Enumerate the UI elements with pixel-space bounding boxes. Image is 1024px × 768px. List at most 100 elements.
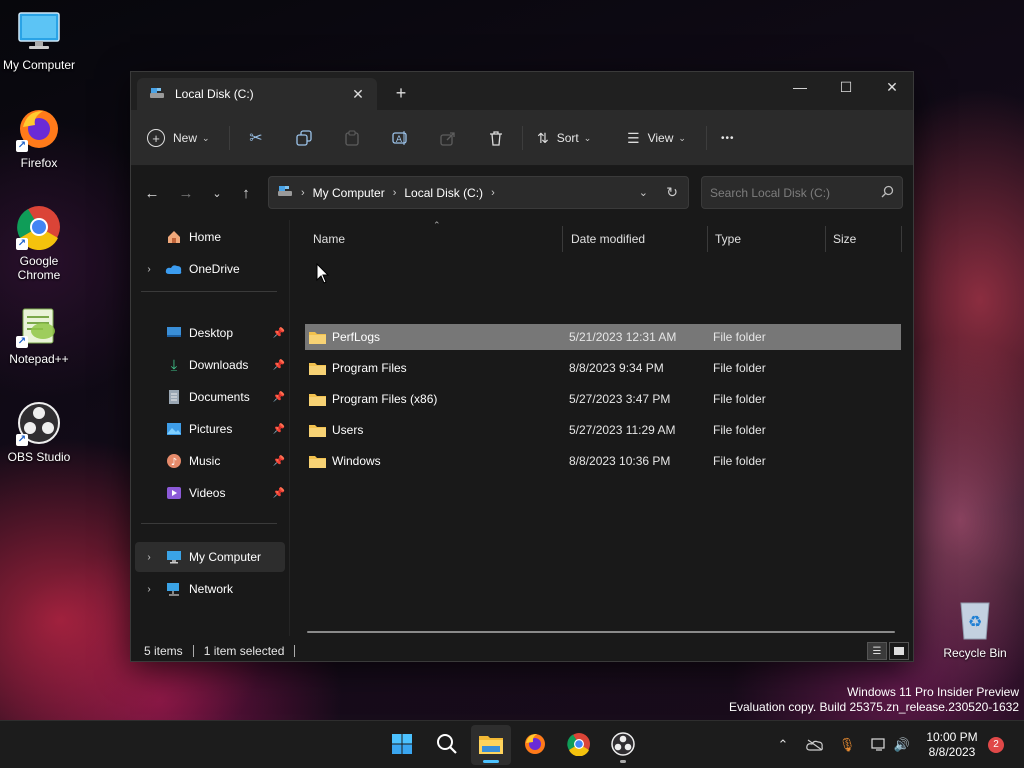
notification-badge[interactable]: 2	[988, 737, 1004, 753]
expand-chevron-icon[interactable]: ›	[139, 584, 159, 595]
volume-icon[interactable]: 🔊	[892, 735, 912, 755]
nav-item-network[interactable]: › Network	[135, 574, 285, 604]
desktop-icon-my-computer[interactable]: My Computer	[0, 8, 78, 72]
pin-icon[interactable]: 📌	[273, 424, 285, 435]
nav-item-desktop[interactable]: Desktop 📌	[135, 318, 285, 348]
expand-chevron-icon[interactable]: ›	[139, 552, 159, 563]
details-view-button[interactable]: ☰	[867, 642, 887, 660]
nav-item-documents[interactable]: Documents 📌	[135, 382, 285, 412]
chevron-down-icon: ⌄	[583, 132, 592, 143]
share-button[interactable]	[435, 125, 461, 151]
desktop-icon-obs[interactable]: ↗ OBS Studio	[0, 400, 78, 464]
minimize-button[interactable]: —	[777, 72, 823, 102]
nav-item-pictures[interactable]: Pictures 📌	[135, 414, 285, 444]
firefox-icon	[523, 732, 547, 759]
desktop-icon-recycle-bin[interactable]: ♻ Recycle Bin	[936, 596, 1014, 660]
taskbar: ⌃ 🎙 🔊 10:00 PM 8/8/2023 2	[0, 720, 1024, 768]
show-hidden-icons-chevron-icon[interactable]: ⌃	[773, 735, 793, 755]
scissors-icon: ✂	[249, 130, 263, 147]
microphone-icon[interactable]: 🎙	[837, 735, 857, 755]
address-bar[interactable]: › My Computer › Local Disk (C:) › ⌄ ↻	[268, 176, 689, 209]
running-app-indicator	[620, 760, 626, 763]
nav-item-onedrive[interactable]: › OneDrive	[135, 254, 285, 284]
pin-icon[interactable]: 📌	[273, 328, 285, 339]
table-row[interactable]: Windows 8/8/2023 10:36 PM File folder	[305, 448, 901, 474]
onedrive-offline-icon[interactable]	[805, 735, 825, 755]
column-header-size[interactable]: Size	[825, 226, 901, 252]
column-header-type[interactable]: Type	[707, 226, 825, 252]
row-name: PerfLogs	[332, 330, 381, 344]
delete-button[interactable]	[483, 125, 509, 151]
nav-item-my-computer[interactable]: › My Computer	[135, 542, 285, 572]
tab-close-icon[interactable]: ✕	[347, 83, 369, 105]
desktop-icon-firefox[interactable]: ↗ Firefox	[0, 106, 78, 170]
expand-chevron-icon[interactable]: ›	[139, 264, 159, 275]
taskbar-file-explorer[interactable]	[471, 725, 511, 765]
pictures-icon	[165, 420, 183, 438]
search-box[interactable]	[701, 176, 903, 209]
table-row[interactable]: PerfLogs 5/21/2023 12:31 AM File folder	[305, 324, 901, 350]
desktop-icon-notepadpp[interactable]: ↗ Notepad++	[0, 302, 78, 366]
nav-item-videos[interactable]: Videos 📌	[135, 478, 285, 508]
row-type: File folder	[713, 361, 766, 375]
forward-button[interactable]: →	[173, 180, 199, 206]
tiles-view-button[interactable]	[889, 642, 909, 660]
row-name: Users	[332, 423, 364, 437]
pin-icon[interactable]: 📌	[273, 488, 285, 499]
sort-button[interactable]: ⇅ Sort ⌄	[537, 125, 591, 151]
column-header-name[interactable]: Name	[305, 226, 563, 252]
windows-watermark: Windows 11 Pro Insider Preview Evaluatio…	[729, 685, 1019, 715]
taskbar-search-button[interactable]	[427, 725, 467, 765]
paste-button[interactable]	[339, 125, 365, 151]
pane-splitter[interactable]	[289, 220, 290, 636]
new-tab-button[interactable]: +	[391, 84, 411, 104]
rename-button[interactable]: A	[387, 125, 413, 151]
address-history-chevron-icon[interactable]: ⌄	[639, 186, 648, 199]
row-type: File folder	[713, 454, 766, 468]
column-header-date-modified[interactable]: Date modified	[563, 226, 707, 252]
taskbar-chrome[interactable]	[559, 725, 599, 765]
back-button[interactable]: ←	[139, 180, 165, 206]
horizontal-scrollbar[interactable]	[307, 631, 895, 633]
row-type: File folder	[713, 330, 766, 344]
row-date: 8/8/2023 10:36 PM	[569, 454, 671, 468]
table-row[interactable]: Users 5/27/2023 11:29 AM File folder	[305, 417, 901, 443]
recent-locations-button[interactable]: ⌄	[204, 180, 230, 206]
nav-item-downloads[interactable]: ⤓ Downloads 📌	[135, 350, 285, 380]
copy-button[interactable]	[291, 125, 317, 151]
nav-item-label: Network	[189, 582, 234, 596]
maximize-button[interactable]: ☐	[823, 72, 869, 102]
cut-button[interactable]: ✂	[243, 125, 269, 151]
taskbar-clock[interactable]: 10:00 PM 8/8/2023	[918, 730, 986, 760]
more-options-button[interactable]: •••	[721, 125, 735, 151]
column-divider[interactable]	[901, 226, 902, 252]
nav-item-home[interactable]: Home	[135, 222, 285, 252]
up-button[interactable]: ↑	[233, 180, 259, 206]
new-button-label: New	[173, 131, 198, 145]
mouse-cursor-icon	[316, 262, 330, 285]
pin-icon[interactable]: 📌	[273, 456, 285, 467]
close-button[interactable]: ✕	[869, 72, 915, 102]
search-input[interactable]	[710, 185, 881, 200]
table-row[interactable]: Program Files (x86) 5/27/2023 3:47 PM Fi…	[305, 386, 901, 412]
pin-icon[interactable]: 📌	[273, 360, 285, 371]
nav-item-music[interactable]: ♪ Music 📌	[135, 446, 285, 476]
breadcrumb-my-computer[interactable]: My Computer	[313, 186, 385, 200]
table-row[interactable]: Program Files 8/8/2023 9:34 PM File fold…	[305, 355, 901, 381]
folder-icon	[309, 331, 326, 344]
taskbar-firefox[interactable]	[515, 725, 555, 765]
breadcrumb-local-disk[interactable]: Local Disk (C:)	[404, 186, 483, 200]
tab-local-disk[interactable]: Local Disk (C:) ✕	[137, 78, 377, 110]
desktop-icon-label: Recycle Bin	[943, 646, 1007, 660]
network-status-icon[interactable]	[869, 735, 889, 755]
view-button[interactable]: ☰ View ⌄	[627, 125, 686, 151]
trash-icon	[483, 125, 509, 151]
desktop-icon-chrome[interactable]: ↗ Google Chrome	[0, 204, 78, 282]
watermark-line-2: Evaluation copy. Build 25375.zn_release.…	[729, 700, 1019, 714]
pin-icon[interactable]: 📌	[273, 392, 285, 403]
refresh-icon[interactable]: ↻	[666, 184, 678, 201]
taskbar-obs[interactable]	[603, 725, 643, 765]
start-button[interactable]	[382, 725, 422, 765]
new-button[interactable]: + New ⌄	[147, 125, 210, 151]
cloud-icon	[165, 260, 183, 278]
